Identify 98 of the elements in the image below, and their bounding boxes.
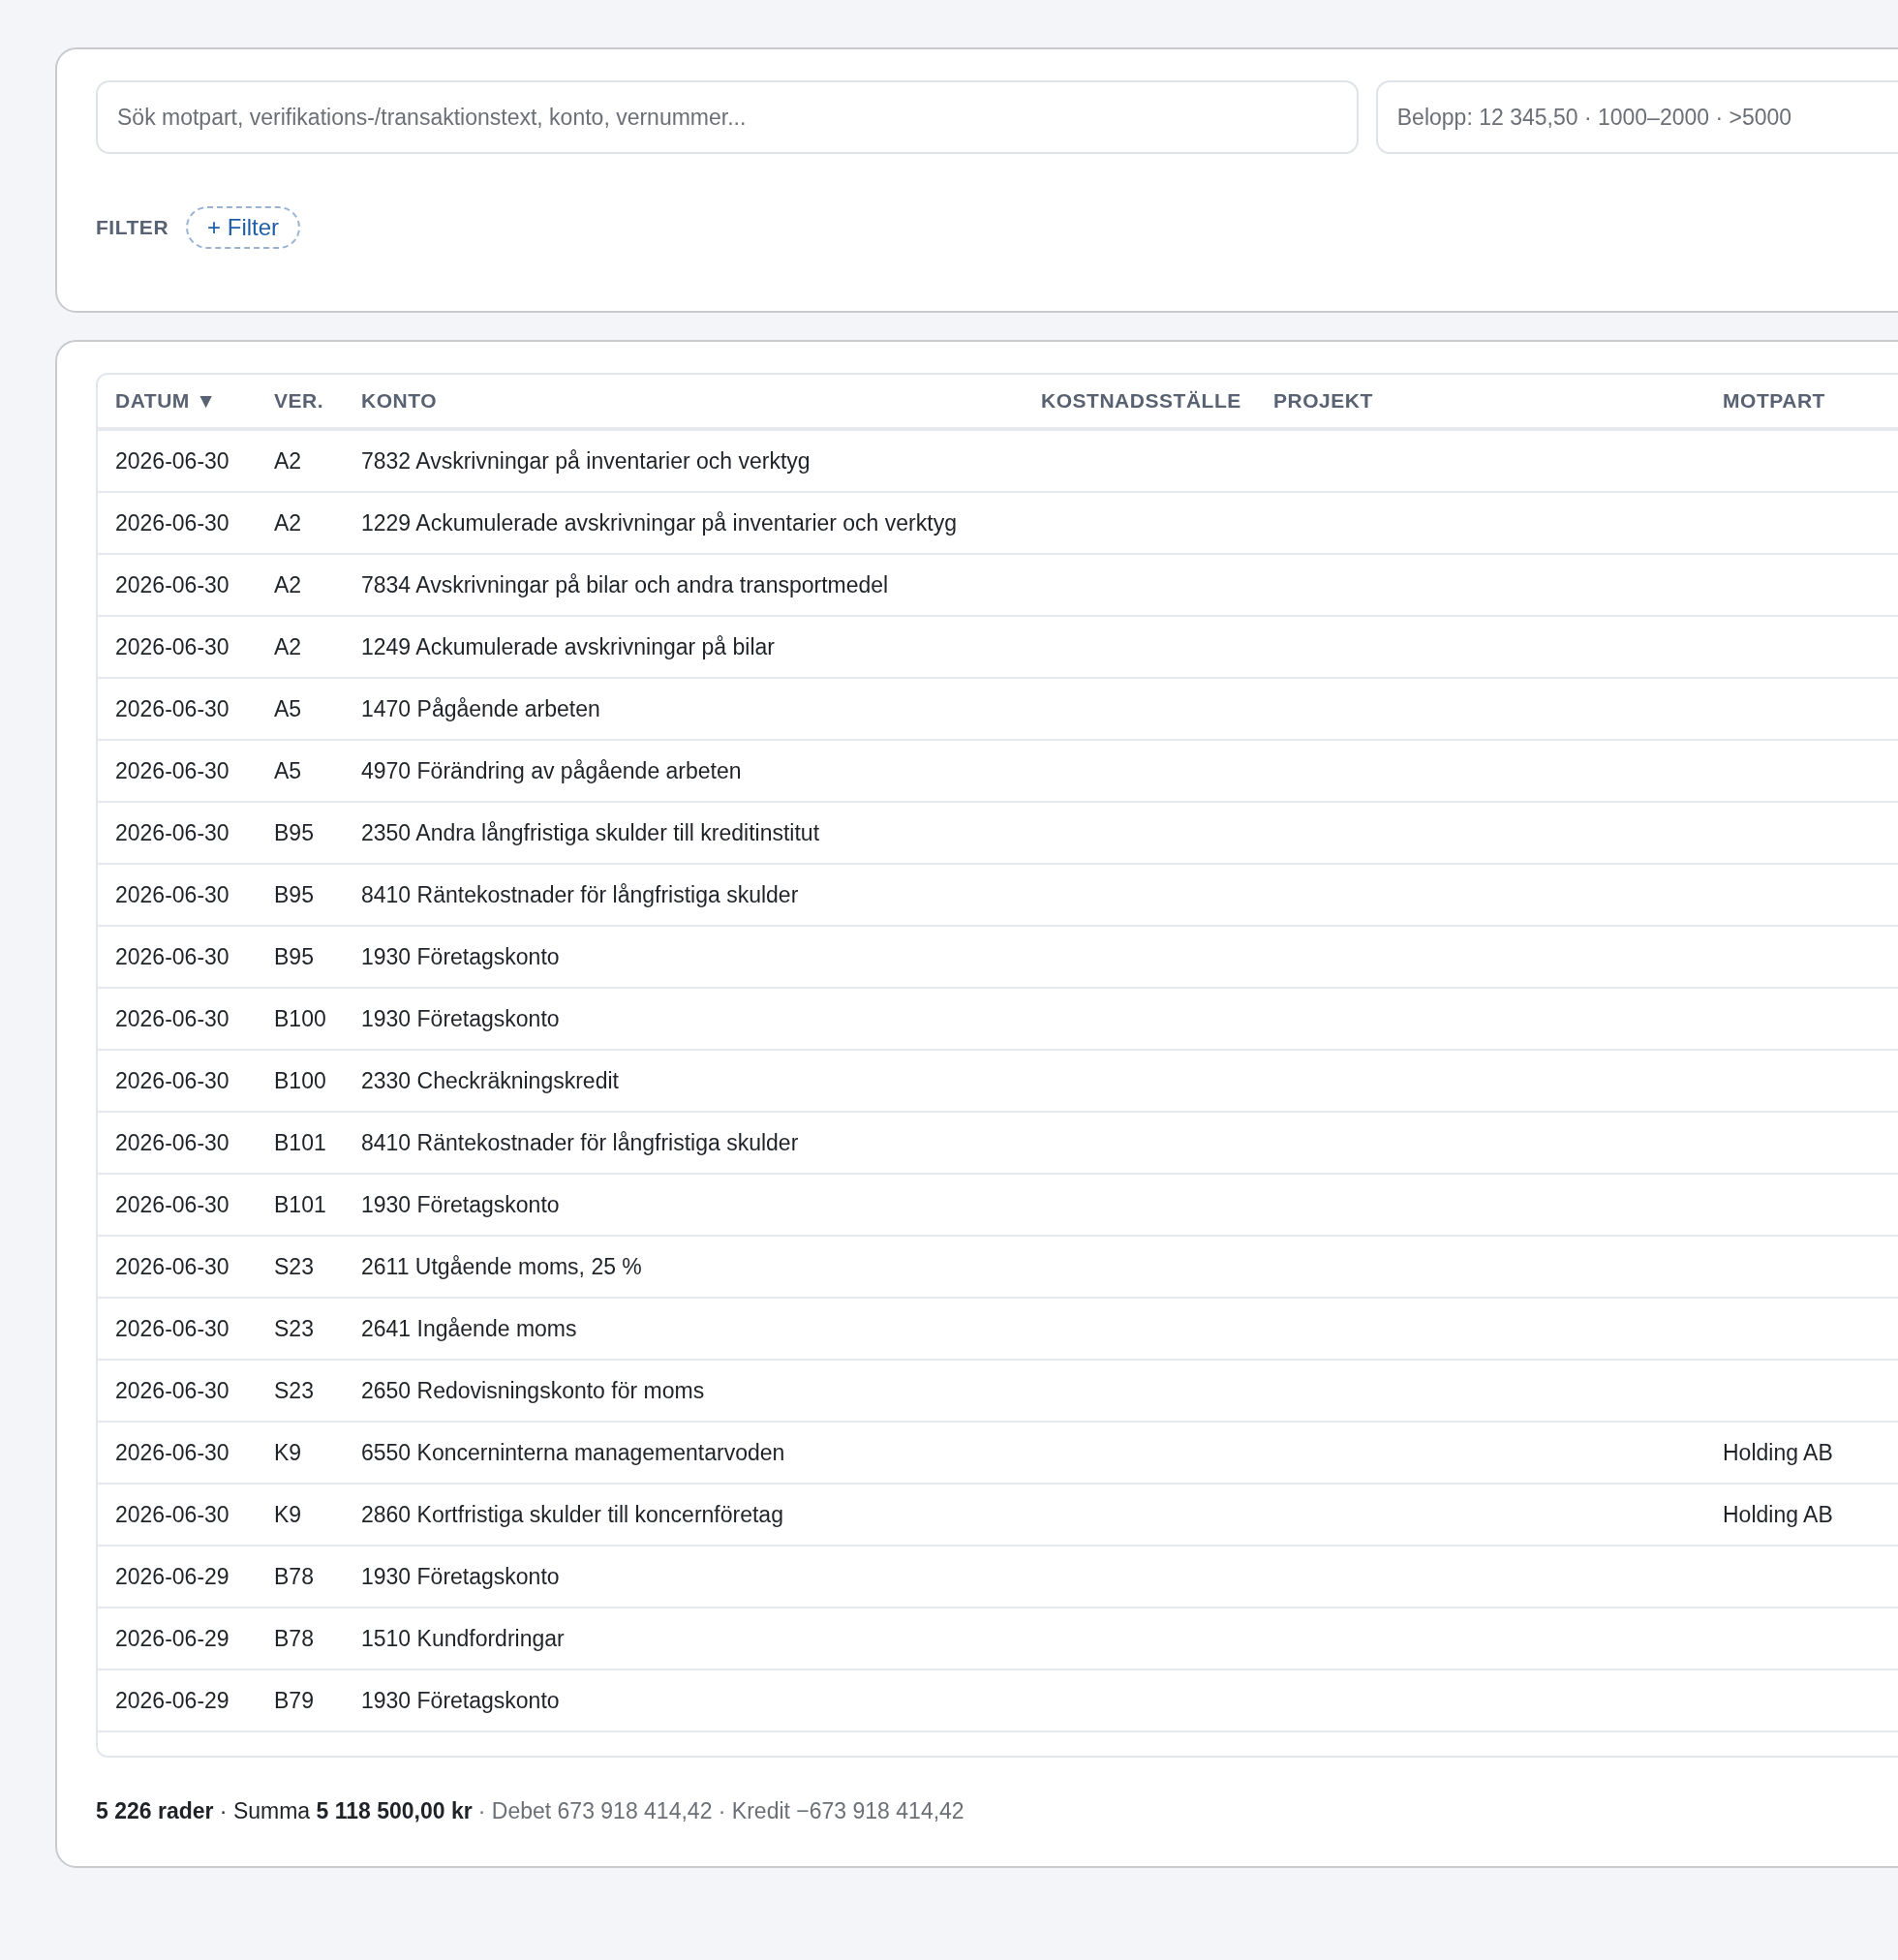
table-row[interactable]: 2026-06-30 A2 1249 Ackumulerade avskrivningar på bilar	[98, 617, 1898, 679]
table-row[interactable]: 2026-06-30 A5 4970 Förändring av pågående arbeten	[98, 741, 1898, 803]
account-cell: 8410 Räntekostnader för långfristiga skulder	[361, 1129, 799, 1155]
account-cell: 7832 Avskrivningar på inventarier och verktyg	[361, 447, 811, 474]
account-cell: 2650 Redovisningskonto för moms	[361, 1377, 705, 1403]
voucher-cell: A2	[274, 571, 302, 597]
voucher-cell: B101	[274, 1191, 326, 1217]
date-cell: 2026-06-30	[115, 1253, 230, 1279]
voucher-cell: A2	[274, 509, 302, 536]
table-row[interactable]: 2026-06-30 B100 2330 Checkräkningskredit	[98, 1051, 1898, 1113]
account-cell: 7834 Avskrivningar på bilar och andra transportmedel	[361, 571, 889, 597]
table-row[interactable]: 2026-06-30 B95 1930 Företagskonto	[98, 927, 1898, 989]
account-cell: 1930 Företagskonto	[361, 1687, 560, 1713]
table-row[interactable]: 2026-06-30 B101 1930 Företagskonto	[98, 1175, 1898, 1237]
voucher-cell: S23	[274, 1377, 314, 1403]
counterparty-cell: Holding AB	[1723, 1439, 1833, 1465]
date-cell: 2026-06-30	[115, 633, 230, 659]
debit-credit-totals: · Debet 673 918 414,42 · Kredit −673 918 414,42	[477, 1797, 964, 1825]
voucher-cell: A2	[274, 447, 302, 474]
voucher-cell: K9	[274, 1439, 302, 1465]
date-cell: 2026-06-30	[115, 1191, 230, 1217]
date-cell: 2026-06-30	[115, 819, 230, 845]
column-header[interactable]: KONTO	[361, 389, 438, 413]
date-cell: 2026-06-30	[115, 509, 230, 536]
voucher-cell: B78	[274, 1625, 314, 1651]
date-cell: 2026-06-30	[115, 1067, 230, 1093]
date-cell: 2026-06-30	[115, 1005, 230, 1031]
table-row[interactable]: 2026-06-30 A2 7832 Avskrivningar på inventarier och verktyg	[98, 431, 1898, 493]
filter-label: FILTER	[96, 215, 169, 241]
voucher-cell: B95	[274, 881, 314, 907]
account-cell: 1930 Företagskonto	[361, 943, 560, 969]
date-cell: 2026-06-30	[115, 1439, 230, 1465]
date-cell: 2026-06-30	[115, 1377, 230, 1403]
table-row[interactable]: 2026-06-30 K9 2860 Kortfristiga skulder till koncernföretag Holding AB	[98, 1485, 1898, 1547]
voucher-cell: B79	[274, 1687, 314, 1713]
date-cell: 2026-06-30	[115, 695, 230, 721]
date-cell: 2026-06-30	[115, 943, 230, 969]
table-row[interactable]: 2026-06-30 B100 1930 Företagskonto	[98, 989, 1898, 1051]
voucher-cell: S23	[274, 1315, 314, 1341]
voucher-cell: S23	[274, 1253, 314, 1279]
account-cell: 2611 Utgående moms, 25 %	[361, 1253, 642, 1279]
column-header[interactable]: DATUM ▼	[115, 389, 217, 413]
column-header[interactable]: KOSTNADSSTÄLLE	[1041, 389, 1241, 413]
row-summary: 5 226 rader · Summa 5 118 500,00 kr	[96, 1797, 473, 1825]
date-cell: 2026-06-30	[115, 447, 230, 474]
table-row[interactable]: 2026-06-30 S23 2650 Redovisningskonto för moms	[98, 1361, 1898, 1423]
table-row[interactable]: 2026-06-30 S23 2641 Ingående moms	[98, 1299, 1898, 1361]
amount-field[interactable]: Belopp: 12 345,50 · 1000–2000 · >5000	[1375, 80, 1898, 154]
date-cell: 2026-06-30	[115, 757, 230, 783]
table-row[interactable]: 2026-06-30 B101 8410 Räntekostnader för långfristiga skulder	[98, 1113, 1898, 1175]
table-row[interactable]: 2026-06-29 B78 1930 Företagskonto	[98, 1547, 1898, 1608]
column-header[interactable]: MOTPART	[1723, 389, 1825, 413]
table-row[interactable]: 2026-06-30 K9 6550 Koncerninterna managementarvoden Holding AB	[98, 1423, 1898, 1485]
voucher-cell: B100	[274, 1005, 326, 1031]
table-row[interactable]: 2026-06-30 A5 1470 Pågående arbeten	[98, 679, 1898, 741]
search-field[interactable]: Sök motpart, verifikations-/transaktionstext, konto, vernummer...	[96, 80, 1359, 154]
account-cell: 1470 Pågående arbeten	[361, 695, 600, 721]
voucher-cell: K9	[274, 1501, 302, 1527]
date-cell: 2026-06-29	[115, 1687, 230, 1713]
date-cell: 2026-06-30	[115, 1501, 230, 1527]
table-row[interactable]: 2026-06-30 S23 2611 Utgående moms, 25 %	[98, 1237, 1898, 1299]
table-row[interactable]: 2026-06-29 B78 1510 Kundfordringar	[98, 1608, 1898, 1670]
date-cell: 2026-06-29	[115, 1563, 230, 1589]
voucher-cell: B95	[274, 819, 314, 845]
date-cell: 2026-06-30	[115, 881, 230, 907]
table-row[interactable]: 2026-06-30 A2 7834 Avskrivningar på bilar och andra transportmedel	[98, 555, 1898, 617]
account-cell: 1930 Företagskonto	[361, 1563, 560, 1589]
counterparty-cell: Holding AB	[1723, 1501, 1833, 1527]
account-cell: 2641 Ingående moms	[361, 1315, 577, 1341]
table-row[interactable]: 2026-06-30 A2 1229 Ackumulerade avskrivningar på inventarier och verktyg	[98, 493, 1898, 555]
voucher-cell: B95	[274, 943, 314, 969]
account-cell: 4970 Förändring av pågående arbeten	[361, 757, 742, 783]
voucher-cell: A5	[274, 757, 302, 783]
voucher-cell: B101	[274, 1129, 326, 1155]
account-cell: 2330 Checkräkningskredit	[361, 1067, 619, 1093]
account-cell: 1510 Kundfordringar	[361, 1625, 565, 1651]
date-cell: 2026-06-30	[115, 1129, 230, 1155]
account-cell: 8410 Räntekostnader för långfristiga skulder	[361, 881, 799, 907]
table-row[interactable]: 2026-06-30 B95 2350 Andra långfristiga skulder till kreditinstitut	[98, 803, 1898, 865]
account-cell: 6550 Koncerninterna managementarvoden	[361, 1439, 785, 1465]
account-cell: 1249 Ackumulerade avskrivningar på bilar	[361, 633, 776, 659]
account-cell: 2350 Andra långfristiga skulder till kreditinstitut	[361, 819, 820, 845]
voucher-cell: B78	[274, 1563, 314, 1589]
account-cell: 1930 Företagskonto	[361, 1191, 560, 1217]
table-row[interactable]: 2026-06-30 B95 8410 Räntekostnader för långfristiga skulder	[98, 865, 1898, 927]
voucher-cell: A5	[274, 695, 302, 721]
date-cell: 2026-06-29	[115, 1625, 230, 1651]
date-cell: 2026-06-30	[115, 571, 230, 597]
date-cell: 2026-06-30	[115, 1315, 230, 1341]
column-header[interactable]: PROJEKT	[1273, 389, 1373, 413]
add-filter-button[interactable]: + Filter	[186, 206, 301, 249]
account-cell: 1229 Ackumulerade avskrivningar på inventarier och verktyg	[361, 509, 957, 536]
table-row[interactable]: 2026-06-29 B79 1930 Företagskonto	[98, 1670, 1898, 1732]
voucher-cell: A2	[274, 633, 302, 659]
account-cell: 1930 Företagskonto	[361, 1005, 560, 1031]
account-cell: 2860 Kortfristiga skulder till koncernföretag	[361, 1501, 783, 1527]
column-header[interactable]: VER.	[274, 389, 324, 413]
voucher-cell: B100	[274, 1067, 326, 1093]
